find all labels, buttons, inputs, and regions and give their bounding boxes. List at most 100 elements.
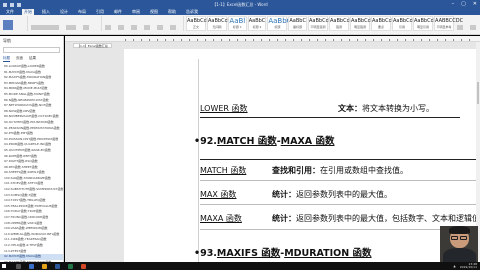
table-rule bbox=[200, 117, 460, 118]
function-name[interactable]: MAX 函数 bbox=[200, 189, 236, 200]
bold-icon[interactable] bbox=[83, 25, 90, 30]
style-sample: AaBbCcDc bbox=[393, 18, 419, 24]
style-item[interactable]: AaBbC 标题 2 bbox=[247, 16, 267, 31]
maximize-icon[interactable]: ▢ bbox=[461, 1, 466, 7]
style-name: 标题 2 bbox=[252, 25, 262, 29]
nav-tab[interactable]: 标题 bbox=[3, 56, 10, 62]
ruler-tick bbox=[429, 39, 430, 41]
style-item[interactable]: AaBl 标题 1 bbox=[228, 16, 247, 31]
paste-icon[interactable] bbox=[3, 20, 13, 30]
description-text: 将文本转换为小写。 bbox=[362, 104, 434, 113]
styles-gallery: AaBbCcDc 正文 AaBbCcDc 无间隔 AaBl 标题 1 AaBbC 标题 2 Aa… bbox=[186, 16, 464, 31]
powerpoint-icon[interactable] bbox=[81, 263, 86, 269]
style-item[interactable]: AaBbC 标题 bbox=[267, 16, 292, 31]
ruler-tick bbox=[293, 39, 294, 41]
nav-search-input[interactable] bbox=[3, 47, 60, 53]
edge-icon[interactable] bbox=[29, 263, 34, 269]
ruler-tick bbox=[165, 39, 166, 41]
section-function-left[interactable]: MAXIFS 函数 bbox=[217, 248, 280, 259]
minimize-icon[interactable]: – bbox=[452, 1, 455, 7]
multilevel-list-icon[interactable] bbox=[131, 25, 138, 30]
replace-icon[interactable] bbox=[470, 25, 477, 30]
word-icon[interactable] bbox=[55, 263, 60, 269]
section-number: 92. bbox=[200, 136, 217, 147]
font-size-select[interactable] bbox=[66, 25, 77, 30]
nav-tab[interactable]: 结果 bbox=[29, 56, 36, 62]
style-item[interactable]: AaBbCcDc 明显引用 bbox=[413, 16, 440, 31]
style-item[interactable]: AABBCCDC 不明显参考 bbox=[434, 16, 464, 31]
style-sample: AaBbC bbox=[248, 18, 266, 24]
excel-icon[interactable] bbox=[68, 263, 73, 269]
style-item[interactable]: AaBbCcDc 强调 bbox=[329, 16, 356, 31]
style-item[interactable]: AaBbC 副标题 bbox=[288, 16, 308, 31]
description-text: 返回参数列表中的最大值，包括数字、文本和逻辑值 bbox=[296, 214, 480, 223]
nav-heading-item[interactable]: 90.OCT2HEX函数-PDURATION函数 bbox=[0, 120, 63, 126]
ruler-tick bbox=[221, 39, 222, 41]
ruler-tick bbox=[381, 39, 382, 41]
glasses-icon bbox=[451, 236, 458, 240]
numbering-icon[interactable] bbox=[118, 25, 125, 30]
taskbar: ▲ 13:48 2019/10/11 bbox=[0, 262, 480, 270]
navigation-pane: 导航 标题 页面 结果 80.LOOKUP函数-LOWER函数 81.MATCH函数-… bbox=[0, 36, 64, 264]
style-item[interactable]: AaBbCcDc 不明显强调 bbox=[308, 16, 335, 31]
ruler-tick bbox=[157, 39, 158, 41]
section-function-right[interactable]: MDURATION 函数 bbox=[284, 248, 371, 259]
function-name[interactable]: MATCH 函数 bbox=[200, 165, 246, 176]
function-name[interactable]: LOWER 函数 bbox=[200, 103, 248, 114]
nav-tab[interactable]: 页面 bbox=[16, 56, 23, 62]
presenter-body bbox=[443, 248, 476, 262]
ruler-tick bbox=[245, 39, 246, 41]
bullets-icon[interactable] bbox=[105, 25, 111, 30]
font-name-select[interactable] bbox=[31, 25, 59, 30]
start-button[interactable] bbox=[0, 262, 8, 270]
document-tab[interactable]: 【1-1】Excel函数汇总 bbox=[73, 43, 112, 48]
close-icon[interactable]: ✕ bbox=[473, 1, 477, 7]
style-item[interactable]: AaBbCcDc 要点 bbox=[371, 16, 398, 31]
function-description: 查找和引用：在引用或数组中查找值。 bbox=[272, 165, 408, 176]
ruler-tick bbox=[349, 39, 350, 41]
style-sample: AABBCCDC bbox=[435, 18, 464, 24]
scrollbar-thumb[interactable] bbox=[477, 82, 479, 104]
ruler-tick bbox=[229, 39, 230, 41]
function-name[interactable]: MAXA 函数 bbox=[200, 213, 242, 224]
description-text: 在引用或数组中查找值。 bbox=[320, 166, 408, 175]
style-name: 引用 bbox=[399, 25, 406, 29]
style-item[interactable]: AaBbCcDc 引用 bbox=[392, 16, 419, 31]
search-icon[interactable] bbox=[16, 263, 21, 269]
nav-heading-item[interactable]: 102.SUBSTITUTE函数-SUMPRODUCT函数 bbox=[0, 187, 63, 193]
page-margin-line bbox=[198, 59, 199, 262]
file-explorer-icon[interactable] bbox=[42, 263, 47, 269]
ruler-tick bbox=[149, 39, 150, 41]
ruler-tick bbox=[141, 39, 142, 41]
category-label: 查找和引用： bbox=[272, 166, 320, 175]
document-area: 【1-1】Excel函数汇总 LOWER 函数 文本：将文本转换为小写。 •92… bbox=[65, 36, 480, 262]
table-row: LOWER 函数 文本：将文本转换为小写。 bbox=[200, 103, 480, 115]
network-icon[interactable]: ▲ bbox=[453, 264, 455, 268]
style-sample: AaBbCcDc bbox=[351, 18, 377, 24]
ruler-tick bbox=[461, 39, 462, 41]
style-name: 标题 bbox=[274, 25, 281, 29]
ruler-tick bbox=[389, 39, 390, 41]
align-left-icon[interactable] bbox=[144, 25, 151, 30]
table-rule bbox=[200, 204, 480, 205]
align-right-icon[interactable] bbox=[170, 25, 177, 30]
style-item[interactable]: AaBbCcDc 无间隔 bbox=[207, 16, 234, 31]
horizontal-ruler bbox=[65, 36, 480, 42]
clock[interactable]: 13:48 2019/10/11 bbox=[460, 262, 477, 270]
style-item[interactable]: AaBbCcDc 正文 bbox=[186, 16, 213, 31]
section-function-left[interactable]: MATCH 函数 bbox=[217, 136, 277, 147]
style-item[interactable]: AaBbCcDc 明显强调 bbox=[350, 16, 377, 31]
category-label: 文本： bbox=[338, 104, 362, 113]
ribbon: AaBbCcDc 正文 AaBbCcDc 无间隔 AaBl 标题 1 AaBbC 标题 2 Aa… bbox=[0, 15, 480, 49]
ruler-tick bbox=[253, 39, 254, 41]
category-label: 统计： bbox=[272, 214, 296, 223]
find-icon[interactable] bbox=[457, 25, 463, 30]
ruler-tick bbox=[373, 39, 374, 41]
align-center-icon[interactable] bbox=[157, 25, 164, 30]
ruler-tick bbox=[173, 39, 174, 41]
section-heading: •92.MATCH 函数-MAXA 函数 bbox=[194, 133, 334, 147]
ruler-tick bbox=[285, 39, 286, 41]
section-function-right[interactable]: MAXA 函数 bbox=[281, 136, 335, 147]
document-page[interactable]: LOWER 函数 文本：将文本转换为小写。 •92.MATCH 函数-MAXA … bbox=[124, 49, 480, 262]
ruler-tick bbox=[405, 39, 406, 41]
